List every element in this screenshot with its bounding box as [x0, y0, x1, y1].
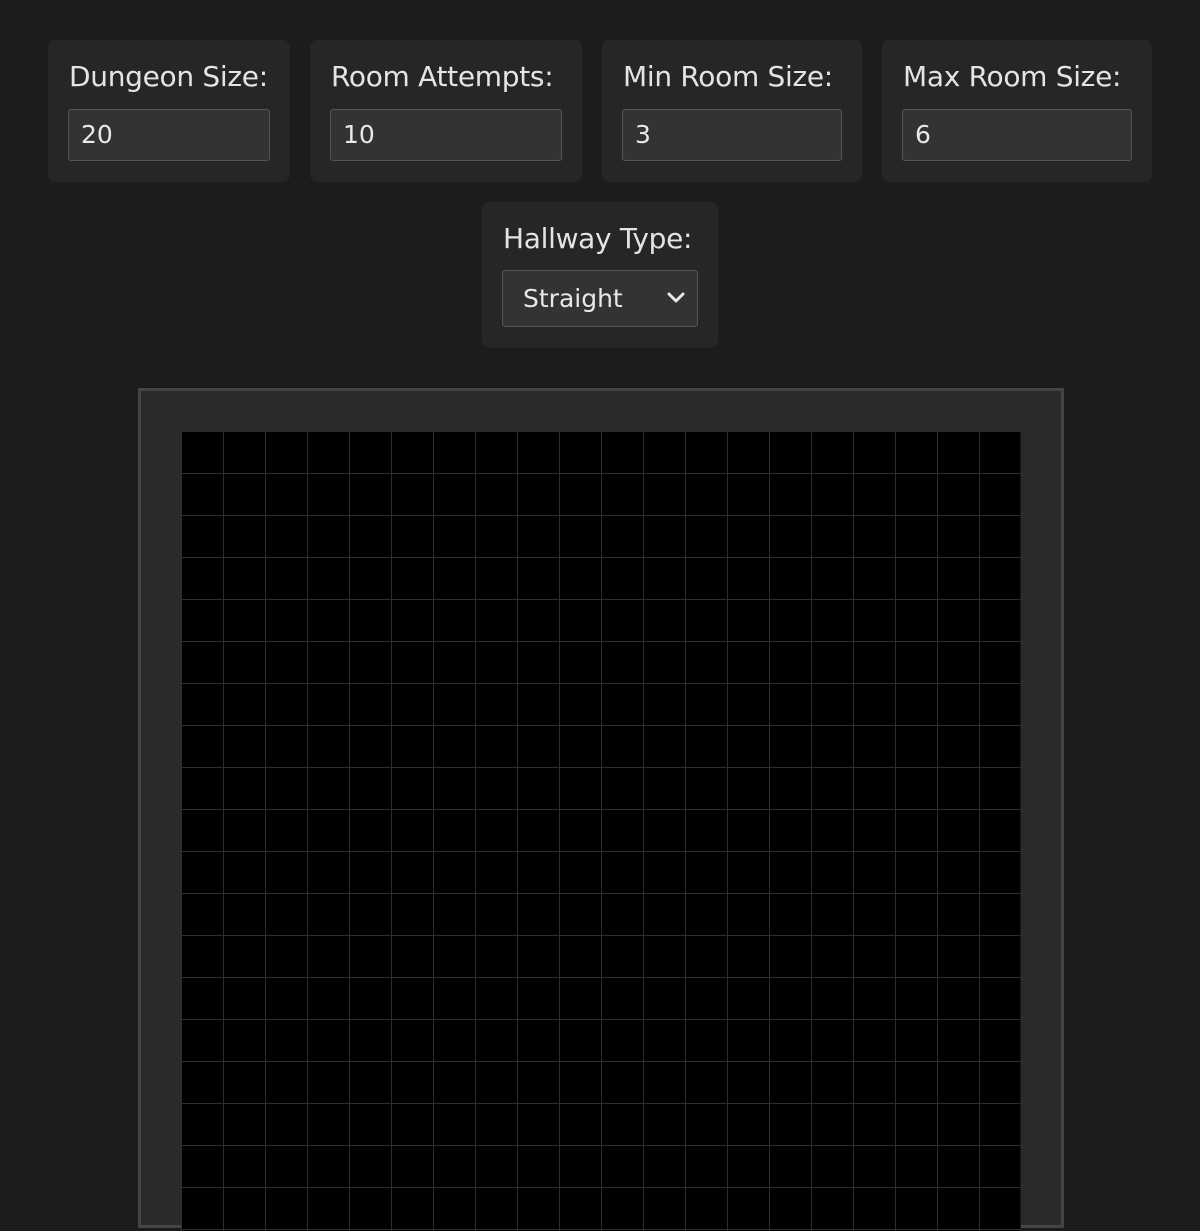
dungeon-size-panel: Dungeon Size: 20 [48, 40, 290, 182]
max-room-size-panel: Max Room Size: 6 [882, 40, 1152, 182]
dungeon-size-label: Dungeon Size: [69, 60, 268, 93]
dungeon-grid [181, 431, 1021, 1231]
room-attempts-panel: Room Attempts: 10 [310, 40, 582, 182]
room-attempts-input[interactable]: 10 [330, 109, 562, 161]
hallway-type-selected-value: Straight [523, 284, 623, 313]
max-room-size-label: Max Room Size: [903, 60, 1122, 93]
chevron-down-icon [667, 292, 685, 303]
min-room-size-input[interactable]: 3 [622, 109, 842, 161]
min-room-size-panel: Min Room Size: 3 [602, 40, 862, 182]
dungeon-board-frame [138, 388, 1064, 1231]
hallway-type-select[interactable]: Straight [502, 270, 698, 327]
min-room-size-label: Min Room Size: [623, 60, 833, 93]
hallway-type-label: Hallway Type: [503, 222, 693, 255]
room-attempts-label: Room Attempts: [331, 60, 554, 93]
max-room-size-input[interactable]: 6 [902, 109, 1132, 161]
hallway-type-panel: Hallway Type: Straight [482, 202, 718, 348]
dungeon-size-input[interactable]: 20 [68, 109, 270, 161]
